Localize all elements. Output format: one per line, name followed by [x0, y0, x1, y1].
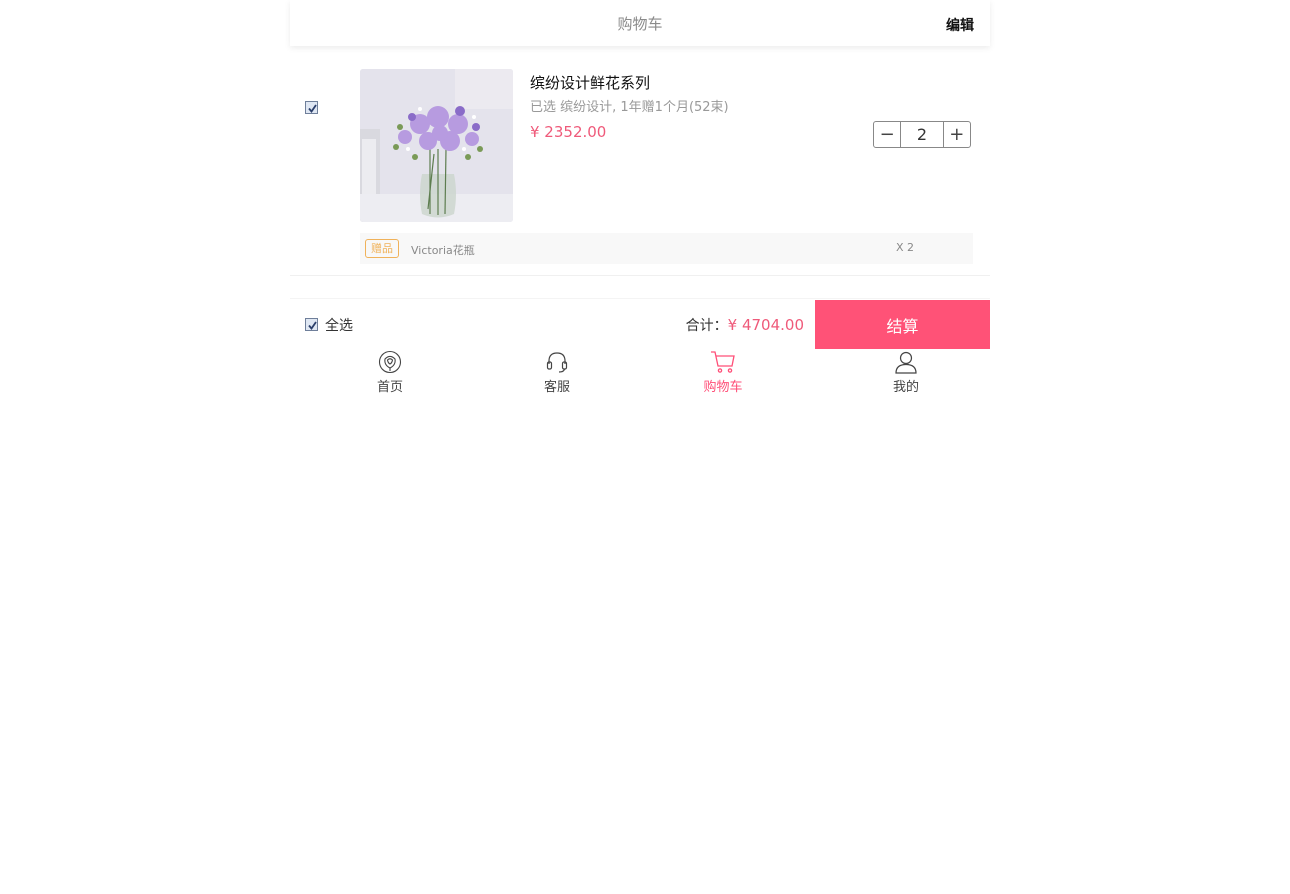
cart-item: 缤纷设计鲜花系列 已选 缤纷设计, 1年赠1个月(52束) ¥ 2352.00 … [290, 60, 990, 276]
gift-name: Victoria花瓶 [411, 244, 475, 257]
increase-button[interactable]: + [944, 122, 970, 147]
tab-service[interactable]: 客服 [490, 348, 624, 398]
decrease-button[interactable]: − [874, 122, 900, 147]
total-amount: ¥ 4704.00 [727, 316, 804, 334]
cart-icon [710, 350, 736, 376]
gift-tag: 赠品 [365, 239, 399, 258]
item-checkbox[interactable] [305, 101, 318, 114]
product-price: ¥ 2352.00 [530, 123, 607, 141]
quantity-value[interactable]: 2 [900, 122, 944, 147]
settle-bar: 全选 合计：¥ 4704.00 结算 [290, 298, 990, 349]
headset-icon [545, 350, 569, 376]
cart-page: 购物车 编辑 缤纷设计鲜花系列 已选 缤纷设计, 1年赠1个月(52束) ¥ 2… [290, 0, 990, 894]
tab-home-label: 首页 [376, 380, 403, 395]
tab-home[interactable]: 首页 [290, 348, 490, 398]
gift-count: X 2 [896, 241, 915, 254]
gift-row: 赠品 Victoria花瓶 X 2 [360, 233, 973, 264]
tab-profile-label: 我的 [892, 380, 919, 395]
tab-cart-label: 购物车 [703, 380, 743, 395]
product-spec: 已选 缤纷设计, 1年赠1个月(52束) [530, 100, 729, 115]
product-image[interactable] [360, 69, 513, 222]
select-all-label[interactable]: 全选 [325, 315, 353, 335]
total-price: 合计：¥ 4704.00 [686, 315, 804, 335]
tab-profile[interactable]: 我的 [822, 348, 990, 398]
select-all-checkbox[interactable] [305, 318, 318, 331]
quantity-stepper: − 2 + [873, 121, 971, 148]
product-name[interactable]: 缤纷设计鲜花系列 [530, 72, 650, 93]
total-label: 合计： [685, 318, 728, 334]
tab-bar: 首页 客服 购物车 我的 [290, 348, 990, 398]
header-bar: 购物车 编辑 [290, 0, 990, 46]
rose-icon [378, 350, 402, 376]
user-icon [894, 350, 918, 376]
checkout-button[interactable]: 结算 [815, 300, 990, 349]
tab-cart[interactable]: 购物车 [624, 348, 822, 398]
edit-button[interactable]: 编辑 [946, 15, 974, 35]
tab-service-label: 客服 [543, 380, 570, 395]
page-title: 购物车 [617, 15, 663, 33]
